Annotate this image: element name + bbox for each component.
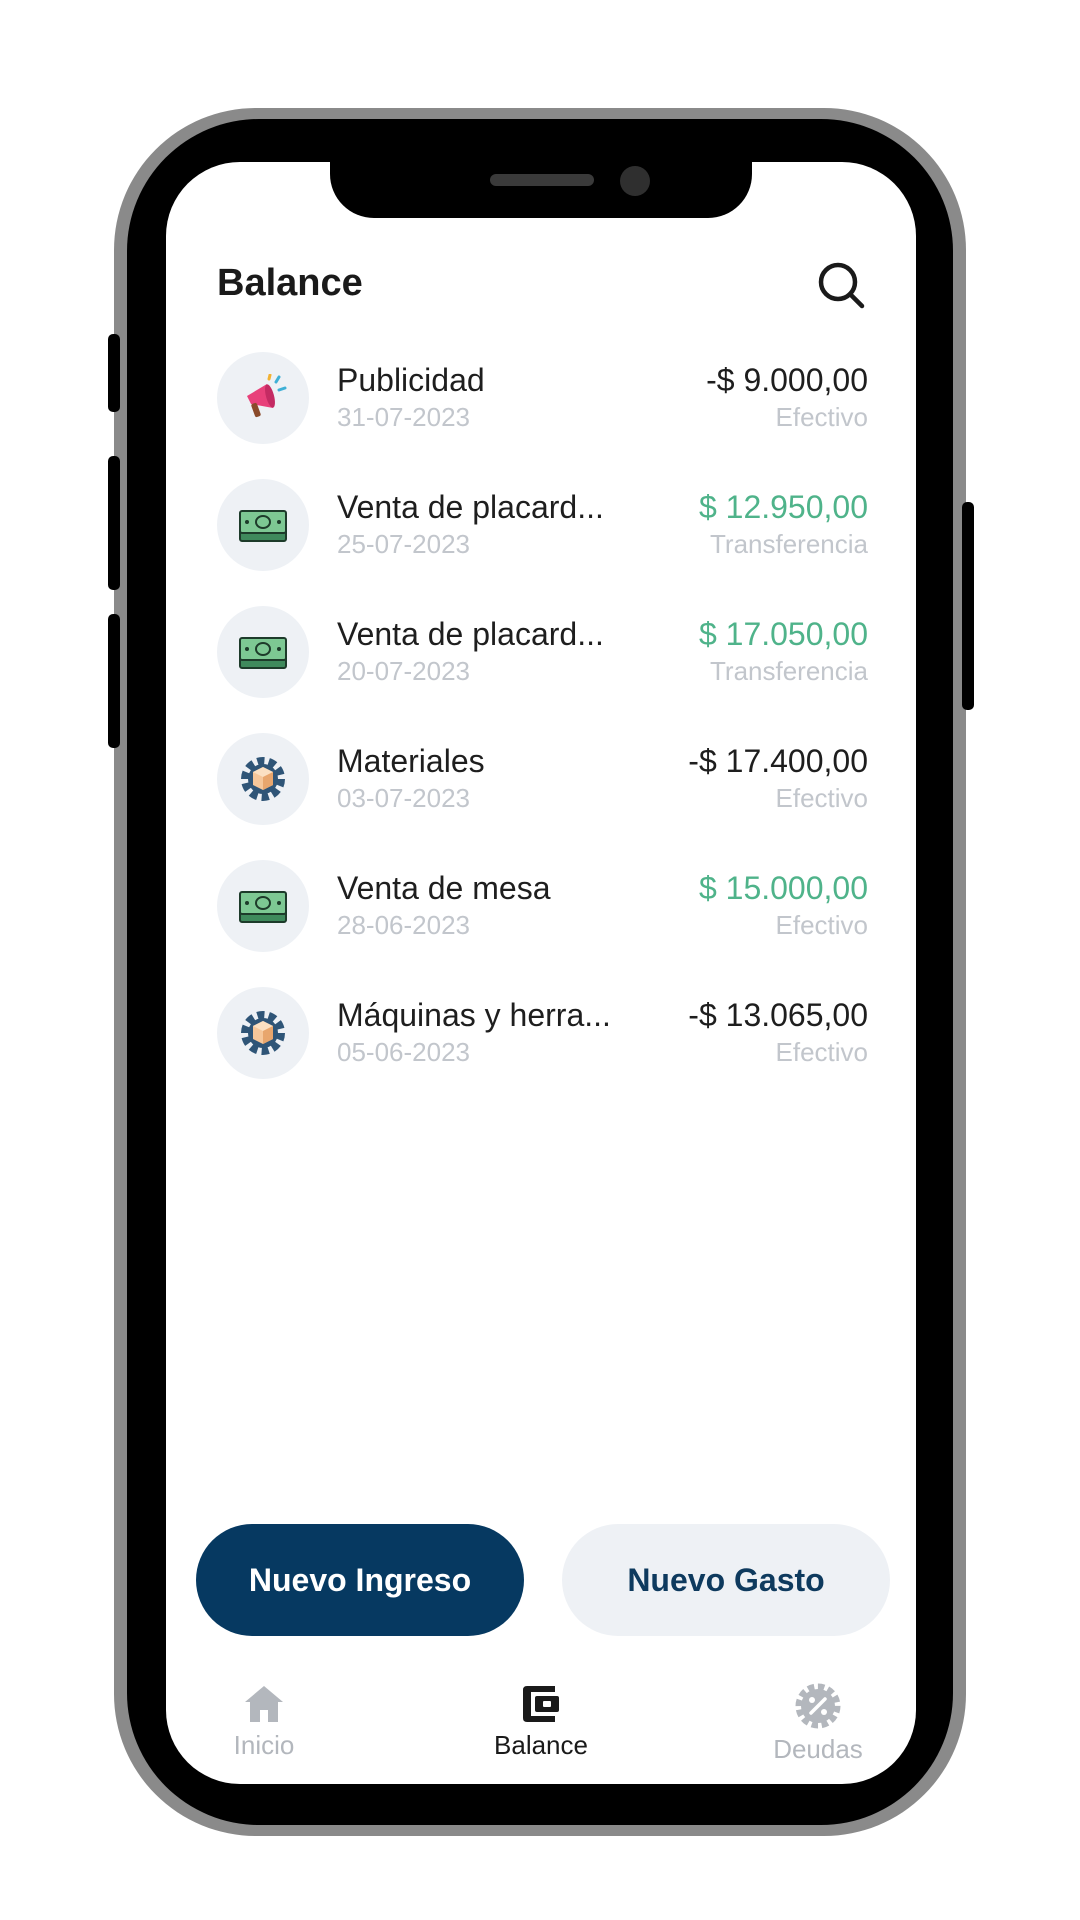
box-gear-icon	[217, 733, 309, 825]
home-icon	[245, 1686, 283, 1722]
wallet-icon	[523, 1686, 559, 1722]
payment-method: Efectivo	[775, 783, 869, 813]
transaction-date: 25-07-2023	[337, 529, 470, 559]
bottom-nav: Inicio Balance Deudas	[166, 1682, 916, 1784]
transaction-row[interactable]: Venta de placard... 20-07-2023 $ 17.050,…	[166, 606, 916, 733]
transaction-title: Materiales	[337, 743, 485, 779]
nav-item-balance[interactable]: Balance	[461, 1682, 621, 1761]
transaction-title: Publicidad	[337, 362, 485, 398]
cash-icon	[217, 479, 309, 571]
transaction-date: 03-07-2023	[337, 783, 470, 813]
transaction-amount: $ 12.950,00	[698, 489, 868, 525]
nav-item-inicio[interactable]: Inicio	[184, 1682, 344, 1761]
cash-icon	[217, 606, 309, 698]
nav-label: Balance	[494, 1730, 588, 1760]
transaction-amount: $ 15.000,00	[698, 870, 868, 906]
notch	[330, 162, 752, 218]
payment-method: Efectivo	[775, 1037, 869, 1067]
transaction-title: Venta de placard...	[337, 616, 604, 652]
transaction-amount: -$ 13.065,00	[688, 997, 868, 1033]
volume-down-button	[108, 614, 120, 748]
discount-badge-icon	[795, 1683, 841, 1729]
side-button	[108, 334, 120, 412]
speaker	[490, 174, 594, 186]
transaction-row[interactable]: Publicidad 31-07-2023 -$ 9.000,00 Efecti…	[166, 352, 916, 479]
megaphone-icon	[217, 352, 309, 444]
transaction-list: Publicidad 31-07-2023 -$ 9.000,00 Efecti…	[166, 352, 916, 1114]
transaction-date: 28-06-2023	[337, 910, 470, 940]
cash-icon	[217, 860, 309, 952]
nav-label: Deudas	[773, 1734, 863, 1764]
app-screen: Balance Publicidad 31-07-2023 -$ 9.000,0…	[166, 162, 916, 1784]
transaction-amount: -$ 9.000,00	[706, 362, 868, 398]
transaction-date: 31-07-2023	[337, 402, 470, 432]
search-button[interactable]	[814, 258, 870, 314]
transaction-row[interactable]: Máquinas y herra... 05-06-2023 -$ 13.065…	[166, 987, 916, 1114]
transaction-row[interactable]: Venta de placard... 25-07-2023 $ 12.950,…	[166, 479, 916, 606]
payment-method: Efectivo	[775, 402, 869, 432]
payment-method: Efectivo	[775, 910, 869, 940]
box-gear-icon	[217, 987, 309, 1079]
transaction-title: Máquinas y herra...	[337, 997, 611, 1033]
transaction-row[interactable]: Venta de mesa 28-06-2023 $ 15.000,00 Efe…	[166, 860, 916, 987]
transaction-date: 20-07-2023	[337, 656, 470, 686]
page-title: Balance	[217, 262, 363, 304]
camera	[620, 166, 650, 196]
transaction-row[interactable]: Materiales 03-07-2023 -$ 17.400,00 Efect…	[166, 733, 916, 860]
search-icon	[818, 262, 865, 309]
transaction-title: Venta de mesa	[337, 870, 551, 906]
new-income-button[interactable]: Nuevo Ingreso	[196, 1524, 524, 1636]
volume-up-button	[108, 456, 120, 590]
nav-label: Inicio	[233, 1730, 295, 1760]
payment-method: Transferencia	[710, 656, 868, 686]
new-expense-button[interactable]: Nuevo Gasto	[562, 1524, 890, 1636]
power-button	[962, 502, 974, 710]
transaction-title: Venta de placard...	[337, 489, 604, 525]
transaction-amount: $ 17.050,00	[698, 616, 868, 652]
nav-item-deudas[interactable]: Deudas	[738, 1682, 898, 1765]
payment-method: Transferencia	[710, 529, 868, 559]
transaction-amount: -$ 17.400,00	[688, 743, 868, 779]
transaction-date: 05-06-2023	[337, 1037, 470, 1067]
